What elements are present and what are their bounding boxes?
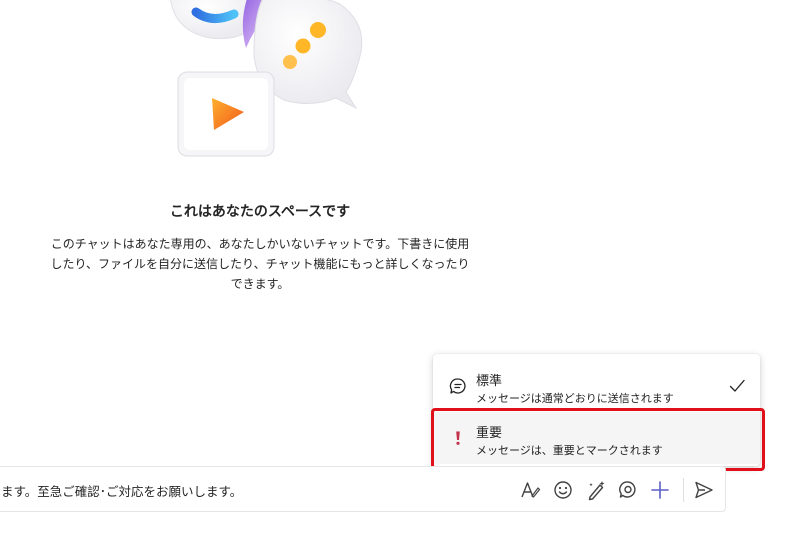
priority-important-title: 重要 <box>476 426 503 441</box>
loop-button[interactable] <box>616 478 640 502</box>
send-button[interactable] <box>692 478 716 502</box>
compose-input-text[interactable]: ます。至急ご確認･ご対応をお願いします。 <box>1 481 242 500</box>
exclamation-icon <box>456 431 460 445</box>
priority-standard-description: メッセージは通常どおりに送信されます <box>476 392 674 405</box>
priority-standard-title: 標準 <box>476 374 503 389</box>
send-icon <box>695 481 713 499</box>
priority-standard-option[interactable]: 標準 メッセージは通常どおりに送信されます <box>433 360 760 412</box>
priority-menu: 標準 メッセージは通常どおりに送信されます 重要 メッセージは、重要とマークされ… <box>433 354 760 466</box>
toolbar-divider <box>683 478 684 502</box>
plus-icon <box>651 481 669 499</box>
chat-bubble-icon <box>449 378 466 394</box>
loop-icon <box>619 481 636 498</box>
intro-title: これはあなたのスペースです <box>169 204 351 220</box>
intro-description: このチャットはあなた専用の、あなたしかいないチャットです。下書きに使用したり、フ… <box>50 237 470 291</box>
format-button[interactable] <box>518 478 542 502</box>
emoji-icon <box>554 481 572 499</box>
priority-important-description: メッセージは、重要とマークされます <box>476 444 663 457</box>
hero-illustration <box>170 0 363 157</box>
emoji-button[interactable] <box>551 478 575 502</box>
add-button[interactable] <box>648 478 672 502</box>
copilot-button[interactable] <box>584 478 608 502</box>
priority-important-option[interactable]: 重要 メッセージは、重要とマークされます <box>433 412 760 464</box>
copilot-pen-icon <box>588 481 605 501</box>
chat-page: これはあなたのスペースです このチャットはあなた専用の、あなたしかいないチャット… <box>0 0 800 533</box>
checkmark-icon <box>729 379 745 392</box>
format-icon <box>521 482 541 498</box>
